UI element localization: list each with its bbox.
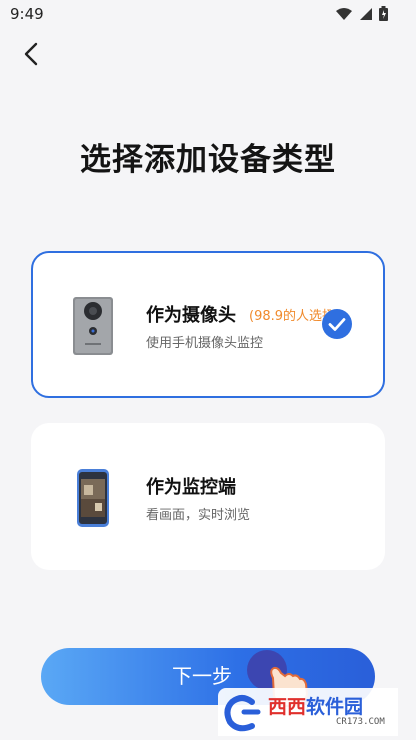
battery-icon	[379, 6, 388, 21]
watermark: 西西软件园 CR173.COM	[218, 688, 398, 736]
signal-icon	[360, 7, 372, 20]
watermark-url: CR173.COM	[336, 717, 385, 727]
status-time: 9:49	[10, 5, 44, 23]
option-desc: 使用手机摄像头监控	[146, 336, 264, 351]
check-circle-icon	[322, 309, 352, 339]
option-name: 作为摄像头	[146, 305, 236, 326]
page-title: 选择添加设备类型	[80, 142, 336, 178]
status-bar: 9:49	[0, 0, 416, 30]
status-icons	[335, 6, 388, 21]
next-button-label: 下一步	[172, 664, 232, 688]
back-chevron-icon[interactable]	[18, 38, 46, 70]
phone-monitor-icon	[77, 469, 109, 527]
option-card-monitor[interactable]: 作为监控端 看画面，实时浏览	[31, 423, 385, 570]
option-card-camera[interactable]: 作为摄像头 (98.9的人选择) 使用手机摄像头监控	[31, 251, 385, 398]
option-hint: (98.9的人选择)	[249, 309, 331, 324]
camera-device-icon	[73, 297, 113, 355]
wifi-icon	[336, 7, 352, 20]
watermark-brand: 西西软件园	[268, 696, 364, 718]
option-name: 作为监控端	[146, 477, 236, 498]
option-desc: 看画面，实时浏览	[146, 508, 251, 523]
watermark-logo-icon	[224, 695, 261, 732]
